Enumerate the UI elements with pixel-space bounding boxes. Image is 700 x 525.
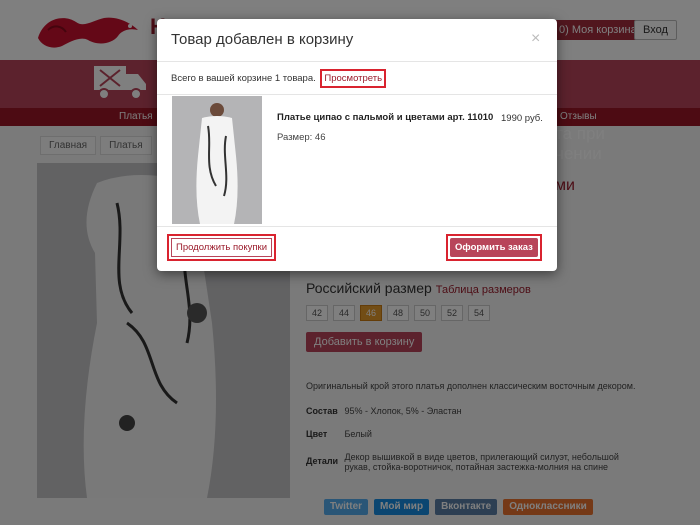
cart-item-size: Размер: 46 — [277, 132, 326, 143]
checkout-highlight: Оформить заказ — [446, 234, 542, 261]
continue-shopping-button[interactable]: Продолжить покупки — [171, 238, 272, 257]
added-to-cart-modal: Товар добавлен в корзину × Всего в вашей… — [157, 19, 557, 271]
checkout-button[interactable]: Оформить заказ — [450, 238, 538, 257]
cart-item-price: 1990 руб. — [501, 113, 543, 124]
close-icon[interactable]: × — [531, 31, 540, 47]
dress-thumbnail-icon — [172, 96, 262, 224]
cart-item-name[interactable]: Платье ципао с пальмой и цветами арт. 11… — [277, 112, 493, 123]
cart-item-image[interactable] — [172, 96, 262, 224]
cart-total-text: Всего в вашей корзине 1 товара. — [171, 73, 316, 84]
continue-shopping-highlight: Продолжить покупки — [167, 234, 276, 261]
cart-item-row: Платье ципао с пальмой и цветами арт. 11… — [157, 94, 557, 227]
modal-header: Товар добавлен в корзину × — [157, 19, 557, 62]
cart-total-line: Всего в вашей корзине 1 товара. Просмотр… — [171, 69, 387, 88]
modal-title: Товар добавлен в корзину — [171, 31, 354, 48]
view-cart-link[interactable]: Просмотреть — [320, 69, 387, 88]
